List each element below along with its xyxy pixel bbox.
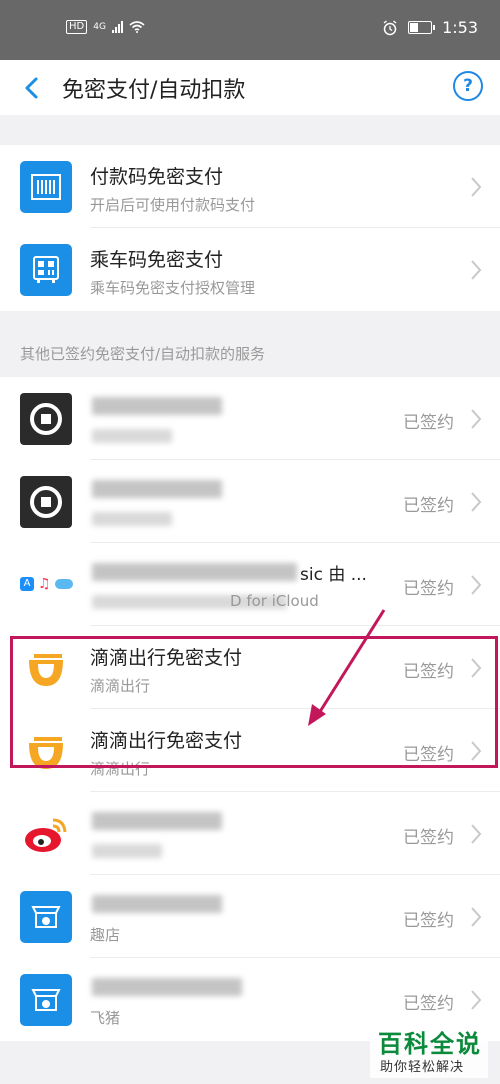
services-card: 已签约 已签约 A ♫ sic 由 ... D for iCloud 已签约 滴滴… bbox=[0, 377, 500, 1041]
watermark-subtitle: 助你轻松解决 bbox=[380, 1060, 465, 1075]
list-item-service[interactable]: 滴滴出行免密支付 滴滴出行 已签约 bbox=[0, 709, 500, 792]
hd-badge: HD bbox=[66, 20, 88, 34]
weibo-icon bbox=[25, 818, 67, 852]
uber-icon bbox=[20, 476, 72, 528]
item-title: sic 由 ... bbox=[300, 565, 367, 585]
chevron-right-icon bbox=[471, 907, 482, 927]
list-item-paycode[interactable]: 付款码免密支付 开启后可使用付款码支付 bbox=[0, 145, 500, 228]
alarm-icon bbox=[383, 19, 397, 35]
blurred-title bbox=[92, 563, 297, 581]
status-label: 已签约 bbox=[403, 745, 454, 765]
status-label: 已签约 bbox=[403, 828, 454, 848]
item-subtitle: 乘车码免密支付授权管理 bbox=[90, 279, 256, 297]
help-icon[interactable]: ? bbox=[453, 71, 483, 101]
watermark-title: 百科全说 bbox=[378, 1030, 482, 1058]
chevron-right-icon bbox=[471, 575, 482, 595]
status-label: 已签约 bbox=[403, 911, 454, 931]
back-arrow-icon[interactable] bbox=[18, 70, 48, 105]
status-label: 已签约 bbox=[403, 994, 454, 1014]
item-subtitle: 开启后可使用付款码支付 bbox=[90, 196, 256, 214]
chevron-right-icon bbox=[471, 492, 482, 512]
status-label: 已签约 bbox=[403, 579, 454, 599]
list-item-buscode[interactable]: 乘车码免密支付 乘车码免密支付授权管理 bbox=[0, 228, 500, 311]
fliggy-icon bbox=[20, 974, 72, 1026]
blurred-title bbox=[92, 978, 242, 996]
watermark: 百科全说 助你轻松解决 bbox=[370, 1022, 488, 1078]
blurred-subtitle bbox=[92, 512, 172, 526]
bus-code-icon bbox=[20, 244, 72, 296]
network-type: 4G bbox=[93, 22, 106, 32]
status-label: 已签约 bbox=[403, 496, 454, 516]
item-subtitle: 飞猪 bbox=[90, 1009, 121, 1027]
status-bar: HD 4G 1:53 bbox=[0, 0, 500, 60]
blurred-subtitle bbox=[92, 844, 162, 858]
battery-icon bbox=[408, 21, 436, 34]
didi-icon bbox=[29, 737, 63, 769]
item-title: 滴滴出行免密支付 bbox=[90, 647, 243, 669]
page-title: 免密支付/自动扣款 bbox=[62, 78, 246, 103]
clock: 1:53 bbox=[442, 18, 478, 37]
apple-services-icon: A ♫ bbox=[20, 576, 73, 592]
pay-code-card: 付款码免密支付 开启后可使用付款码支付 乘车码免密支付 乘车码免密支付授权管理 bbox=[0, 145, 500, 311]
list-item-service[interactable]: 滴滴出行免密支付 滴滴出行 已签约 bbox=[0, 626, 500, 709]
section-label: 其他已签约免密支付/自动扣款的服务 bbox=[20, 345, 266, 363]
list-item-service[interactable]: 已签约 bbox=[0, 460, 500, 543]
blurred-title bbox=[92, 480, 222, 498]
chevron-right-icon bbox=[471, 824, 482, 844]
item-subtitle: 趣店 bbox=[90, 926, 121, 944]
list-item-service[interactable]: 已签约 bbox=[0, 377, 500, 460]
item-title: 滴滴出行免密支付 bbox=[90, 730, 243, 752]
didi-icon bbox=[29, 654, 63, 686]
blurred-subtitle bbox=[92, 429, 172, 443]
chevron-right-icon bbox=[471, 409, 482, 429]
chevron-right-icon bbox=[471, 177, 482, 197]
barcode-icon bbox=[20, 161, 72, 213]
uber-icon bbox=[20, 393, 72, 445]
list-item-service[interactable]: 趣店 已签约 bbox=[0, 875, 500, 958]
item-subtitle: D for iCloud bbox=[230, 592, 319, 610]
chevron-right-icon bbox=[471, 990, 482, 1010]
status-label: 已签约 bbox=[403, 413, 454, 433]
signal-icon bbox=[111, 21, 123, 33]
item-title: 付款码免密支付 bbox=[90, 166, 224, 188]
qudian-icon bbox=[20, 891, 72, 943]
item-title: 乘车码免密支付 bbox=[90, 249, 224, 271]
status-label: 已签约 bbox=[403, 662, 454, 682]
chevron-right-icon bbox=[471, 260, 482, 280]
item-subtitle: 滴滴出行 bbox=[90, 677, 151, 695]
item-subtitle: 滴滴出行 bbox=[90, 760, 151, 778]
chevron-right-icon bbox=[471, 658, 482, 678]
blurred-title bbox=[92, 895, 222, 913]
list-item-service[interactable]: A ♫ sic 由 ... D for iCloud 已签约 bbox=[0, 543, 500, 626]
blurred-title bbox=[92, 397, 222, 415]
wifi-icon bbox=[129, 21, 145, 33]
blurred-title bbox=[92, 812, 222, 830]
nav-header: 免密支付/自动扣款 ? bbox=[0, 60, 500, 115]
list-item-service[interactable]: 已签约 bbox=[0, 792, 500, 875]
chevron-right-icon bbox=[471, 741, 482, 761]
